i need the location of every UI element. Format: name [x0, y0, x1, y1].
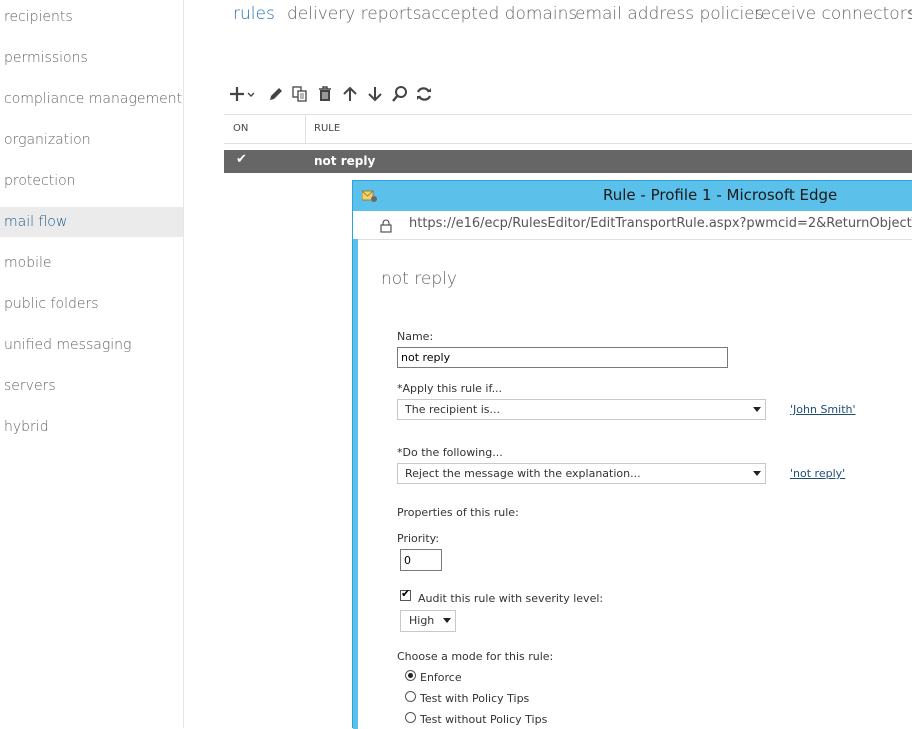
- lock-icon: [379, 218, 393, 233]
- explanation-link[interactable]: 'not reply': [790, 467, 845, 480]
- audit-checkbox[interactable]: ✔: [400, 587, 411, 601]
- condition-dropdown[interactable]: The recipient is...: [397, 399, 766, 420]
- move-up-icon[interactable]: [340, 84, 360, 104]
- do-following-label: *Do the following...: [397, 446, 503, 459]
- left-navigation: recipients permissions compliance manage…: [0, 0, 184, 728]
- address-bar[interactable]: https://e16/ecp/RulesEditor/EditTranspor…: [353, 211, 912, 240]
- action-dropdown[interactable]: Reject the message with the explanation.…: [397, 463, 766, 484]
- checkmark-icon: ✔: [401, 587, 411, 600]
- url-text[interactable]: https://e16/ecp/RulesEditor/EditTranspor…: [409, 216, 912, 231]
- tab-email-address-policies[interactable]: email address policies: [575, 4, 764, 24]
- rule-editor-window: Rule - Profile 1 - Microsoft Edge https:…: [352, 180, 912, 729]
- radio-test-with-policy-tips-label: Test with Policy Tips: [420, 692, 530, 705]
- severity-dropdown[interactable]: High: [400, 610, 456, 632]
- properties-label: Properties of this rule:: [397, 506, 519, 519]
- edit-icon[interactable]: [266, 84, 286, 104]
- column-separator: [305, 115, 306, 143]
- rule-name-cell: not reply: [314, 154, 376, 168]
- table-row[interactable]: ✔ not reply: [224, 150, 912, 173]
- tab-rules[interactable]: rules: [233, 4, 275, 24]
- search-icon[interactable]: [390, 84, 410, 104]
- name-label: Name:: [397, 330, 434, 343]
- apply-rule-label: *Apply this rule if...: [397, 382, 503, 395]
- tab-accepted-domains[interactable]: accepted domains: [421, 4, 577, 24]
- priority-field[interactable]: [400, 549, 442, 571]
- window-border: [353, 239, 358, 729]
- tab-receive-connectors[interactable]: receive connectors: [754, 4, 912, 24]
- rule-heading: not reply: [381, 269, 457, 289]
- tab-send-connectors[interactable]: s: [908, 4, 912, 24]
- priority-label: Priority:: [397, 532, 440, 545]
- radio-enforce-label: Enforce: [420, 671, 462, 684]
- nav-item-protection[interactable]: protection: [0, 166, 183, 196]
- nav-item-mail-flow[interactable]: mail flow: [0, 207, 183, 237]
- chevron-down-icon: [753, 471, 761, 476]
- nav-item-compliance-management[interactable]: compliance management: [0, 84, 183, 114]
- radio-enforce[interactable]: [405, 670, 416, 681]
- tab-delivery-reports[interactable]: delivery reports: [287, 4, 421, 24]
- radio-dot: [408, 673, 413, 678]
- column-header-rule[interactable]: RULE: [314, 115, 340, 143]
- nav-item-unified-messaging[interactable]: unified messaging: [0, 330, 183, 360]
- add-icon[interactable]: [228, 84, 258, 104]
- radio-test-with-policy-tips[interactable]: [405, 691, 416, 702]
- column-header-on[interactable]: ON: [233, 115, 248, 143]
- window-titlebar[interactable]: Rule - Profile 1 - Microsoft Edge: [353, 181, 912, 211]
- nav-item-mobile[interactable]: mobile: [0, 248, 183, 278]
- recipient-link[interactable]: 'John Smith': [790, 403, 856, 416]
- delete-icon[interactable]: [315, 84, 335, 104]
- radio-test-without-policy-tips[interactable]: [405, 712, 416, 723]
- nav-item-public-folders[interactable]: public folders: [0, 289, 183, 319]
- nav-item-permissions[interactable]: permissions: [0, 43, 183, 73]
- copy-icon[interactable]: [290, 84, 310, 104]
- mail-app-icon: [361, 188, 378, 204]
- radio-test-without-policy-tips-label: Test without Policy Tips: [420, 713, 548, 726]
- name-field[interactable]: [397, 347, 728, 368]
- nav-item-servers[interactable]: servers: [0, 371, 183, 401]
- action-dropdown-value: Reject the message with the explanation.…: [405, 467, 641, 480]
- rules-grid-header: ON RULE: [224, 114, 912, 144]
- chevron-down-icon: [753, 407, 761, 412]
- nav-item-organization[interactable]: organization: [0, 125, 183, 155]
- move-down-icon[interactable]: [365, 84, 385, 104]
- audit-label: Audit this rule with severity level:: [418, 592, 604, 605]
- condition-dropdown-value: The recipient is...: [405, 403, 500, 416]
- refresh-icon[interactable]: [414, 84, 434, 104]
- enabled-check-icon: ✔: [236, 152, 247, 167]
- severity-value: High: [409, 614, 435, 627]
- nav-item-recipients[interactable]: recipients: [0, 2, 183, 32]
- window-title: Rule - Profile 1 - Microsoft Edge: [603, 186, 838, 204]
- nav-item-hybrid[interactable]: hybrid: [0, 412, 183, 442]
- chevron-down-icon: [443, 618, 451, 623]
- mode-label: Choose a mode for this rule:: [397, 650, 554, 663]
